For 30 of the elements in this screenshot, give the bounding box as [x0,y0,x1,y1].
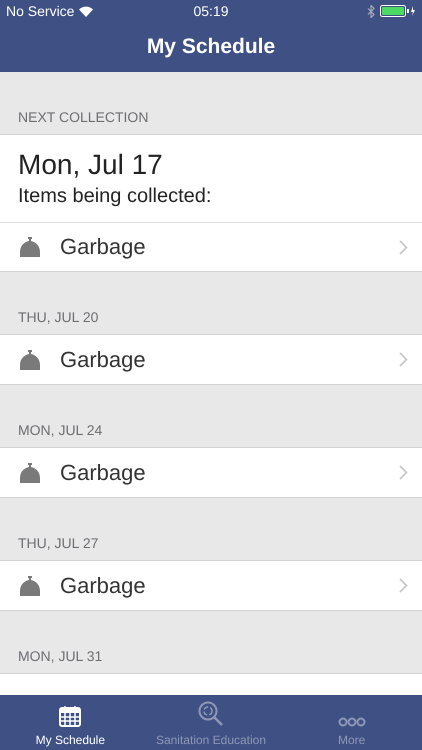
collection-date: Mon, Jul 17 [18,149,164,181]
chevron-icon [399,240,408,254]
section-header: MON, JUL 31 [18,648,102,664]
wifi-icon [79,6,94,16]
garbage-icon [18,348,42,370]
chevron-icon [399,578,408,593]
section-header: THU, JUL 27 [18,535,98,551]
section-header: NEXT COLLECTION [18,109,148,125]
items-caption: Items being collected: [18,185,212,208]
chevron-icon [399,352,408,367]
garbage-icon [18,574,42,596]
bluetooth-icon [366,4,375,18]
section-header: THU, JUL 20 [18,309,98,325]
section-header: MON, JUL 24 [18,422,102,438]
garbage-icon [18,236,42,258]
more-icon [338,717,366,727]
collection-item-row[interactable] [0,674,422,695]
calendar-icon [59,705,82,727]
clock-text: 05:19 [193,3,229,19]
garbage-icon [18,462,42,484]
collection-item-row[interactable]: Garbage [0,561,422,611]
collection-item-row[interactable]: Garbage [0,448,422,498]
recycle-search-icon [198,701,224,727]
collection-item-row[interactable]: Garbage [0,222,422,272]
battery-icon [380,5,416,17]
chevron-icon [399,465,408,480]
collection-item-row[interactable]: Garbage [0,335,422,385]
screen-title: My Schedule [146,35,276,59]
carrier-text: No Service [6,3,74,19]
tab[interactable]: My Schedule [0,695,141,750]
